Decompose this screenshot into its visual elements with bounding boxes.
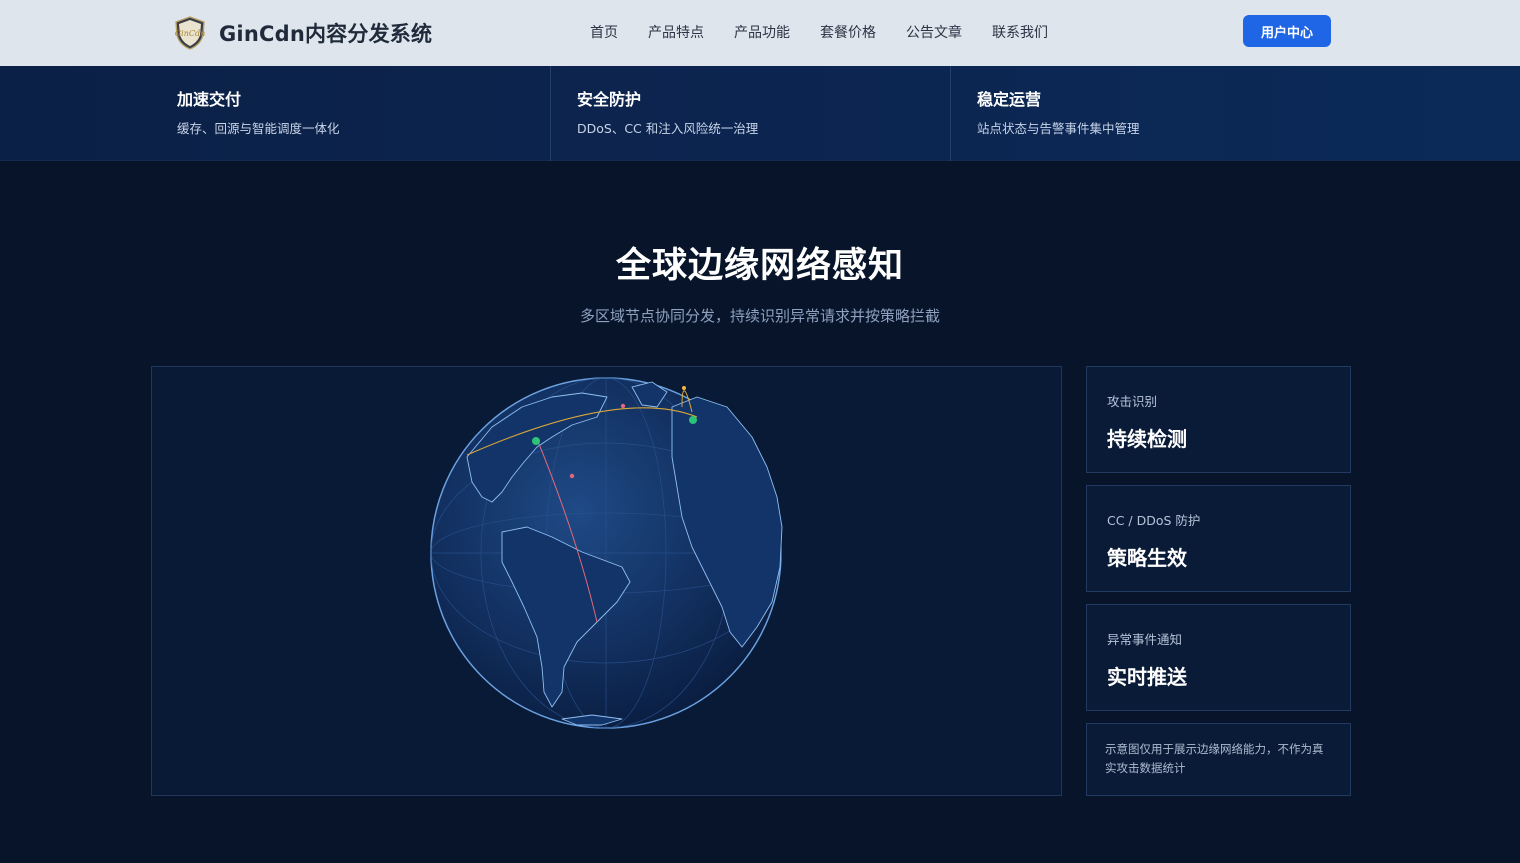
brand-logo-link[interactable]: GinCdn GinCdn内容分发系统 bbox=[174, 16, 432, 50]
node-point-red bbox=[620, 403, 626, 409]
disclaimer-note: 示意图仅用于展示边缘网络能力，不作为真实攻击数据统计 bbox=[1086, 723, 1351, 796]
card-label: 异常事件通知 bbox=[1107, 632, 1183, 647]
feature-strip: 加速交付 缓存、回源与智能调度一体化 安全防护 DDoS、CC 和注入风险统一治… bbox=[0, 66, 1520, 161]
nav-announcements[interactable]: 公告文章 bbox=[906, 22, 962, 42]
user-center-button[interactable]: 用户中心 bbox=[1243, 15, 1331, 47]
shield-logo-icon: GinCdn bbox=[175, 16, 206, 50]
globe-panel bbox=[151, 366, 1062, 796]
stat-card-ddos-protection: CC / DDoS 防护 策略生效 bbox=[1086, 485, 1351, 592]
card-value: 实时推送 bbox=[1107, 665, 1187, 689]
nav-home[interactable]: 首页 bbox=[590, 22, 618, 42]
card-label: 攻击识别 bbox=[1107, 394, 1158, 409]
feature-security: 安全防护 DDoS、CC 和注入风险统一治理 bbox=[550, 66, 950, 161]
brand-name: GinCdn内容分发系统 bbox=[219, 22, 433, 46]
card-label: CC / DDoS 防护 bbox=[1107, 513, 1201, 528]
nav-pricing[interactable]: 套餐价格 bbox=[820, 22, 876, 42]
card-value: 持续检测 bbox=[1107, 427, 1187, 451]
main-nav: 首页 产品特点 产品功能 套餐价格 公告文章 联系我们 bbox=[575, 22, 1063, 42]
section-title: 全球边缘网络感知 bbox=[615, 246, 904, 286]
nav-functions[interactable]: 产品功能 bbox=[734, 22, 790, 42]
feature-operations: 稳定运营 站点状态与告警事件集中管理 bbox=[950, 66, 1350, 161]
feature-desc: DDoS、CC 和注入风险统一治理 bbox=[577, 121, 759, 136]
section-subtitle: 多区域节点协同分发，持续识别异常请求并按策略拦截 bbox=[579, 307, 940, 325]
nav-contact[interactable]: 联系我们 bbox=[992, 22, 1048, 42]
stat-card-attack-detection: 攻击识别 持续检测 bbox=[1086, 366, 1351, 473]
node-point-green bbox=[532, 437, 540, 445]
feature-desc: 站点状态与告警事件集中管理 bbox=[977, 121, 1140, 136]
feature-desc: 缓存、回源与智能调度一体化 bbox=[177, 121, 340, 136]
card-value: 策略生效 bbox=[1107, 546, 1187, 570]
top-navbar: GinCdn GinCdn内容分发系统 首页 产品特点 产品功能 套餐价格 公告… bbox=[0, 0, 1520, 66]
node-point-red bbox=[569, 473, 575, 479]
node-point-gold bbox=[682, 386, 686, 390]
globe-illustration bbox=[430, 377, 783, 729]
earth-globe bbox=[430, 377, 783, 729]
node-point-green bbox=[689, 416, 697, 424]
nav-features[interactable]: 产品特点 bbox=[648, 22, 704, 42]
feature-acceleration: 加速交付 缓存、回源与智能调度一体化 bbox=[151, 66, 551, 161]
logo-text: GinCdn bbox=[175, 29, 206, 38]
feature-title: 安全防护 bbox=[577, 90, 642, 109]
stat-card-event-notification: 异常事件通知 实时推送 bbox=[1086, 604, 1351, 711]
feature-title: 稳定运营 bbox=[977, 90, 1042, 109]
feature-title: 加速交付 bbox=[177, 90, 242, 109]
